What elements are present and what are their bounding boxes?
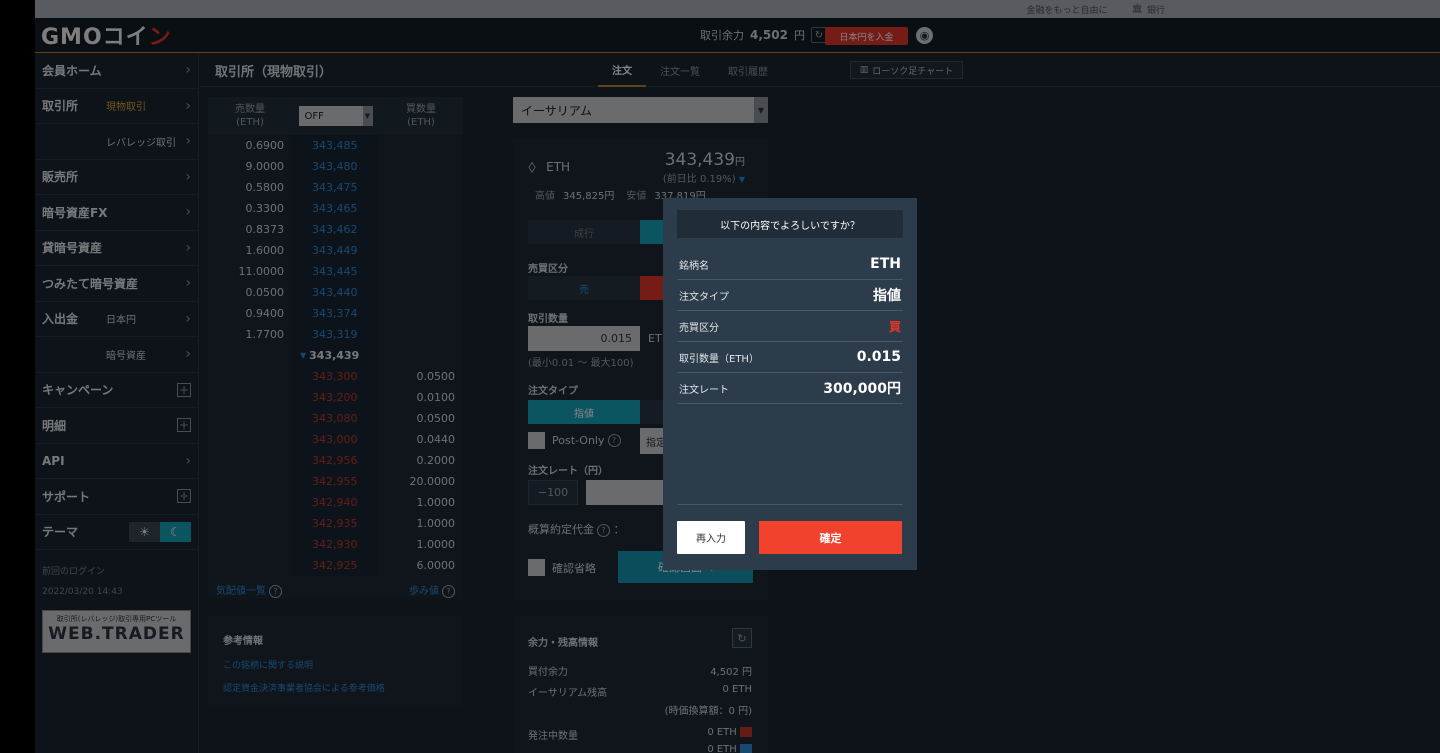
dialog-title: 以下の内容でよろしいですか？ bbox=[677, 210, 903, 238]
confirm-value: 指値 bbox=[873, 288, 901, 304]
confirm-label: 売買区分 bbox=[679, 322, 719, 334]
confirm-value: 0.015 bbox=[856, 349, 901, 365]
confirm-value: 300,000円 bbox=[823, 381, 901, 397]
confirm-label: 銘柄名 bbox=[679, 260, 709, 272]
divider bbox=[677, 504, 903, 505]
confirm-row-qty: 取引数量（ETH） 0.015 bbox=[677, 342, 903, 373]
app-frame: 金融をもっと自由に 🏛 銀行 GMOコイン 取引余力 4,502 円 ↻ 日本円を… bbox=[35, 0, 1440, 753]
confirm-value: ETH bbox=[870, 256, 901, 272]
confirm-row-order-type: 注文タイプ 指値 bbox=[677, 280, 903, 311]
confirm-label: 注文タイプ bbox=[679, 291, 729, 303]
order-confirm-dialog: 以下の内容でよろしいですか？ 銘柄名 ETH 注文タイプ 指値 売買区分 買 取引数量… bbox=[663, 198, 917, 570]
confirm-order-button[interactable]: 確定 bbox=[759, 521, 902, 554]
confirm-label: 注文レート bbox=[679, 384, 729, 396]
confirm-value: 買 bbox=[888, 319, 901, 334]
confirm-label: 取引数量（ETH） bbox=[679, 353, 759, 365]
confirm-row-rate: 注文レート 300,000円 bbox=[677, 373, 903, 404]
confirm-row-side: 売買区分 買 bbox=[677, 311, 903, 342]
confirm-row-symbol: 銘柄名 ETH bbox=[677, 249, 903, 280]
reenter-button[interactable]: 再入力 bbox=[677, 521, 745, 554]
